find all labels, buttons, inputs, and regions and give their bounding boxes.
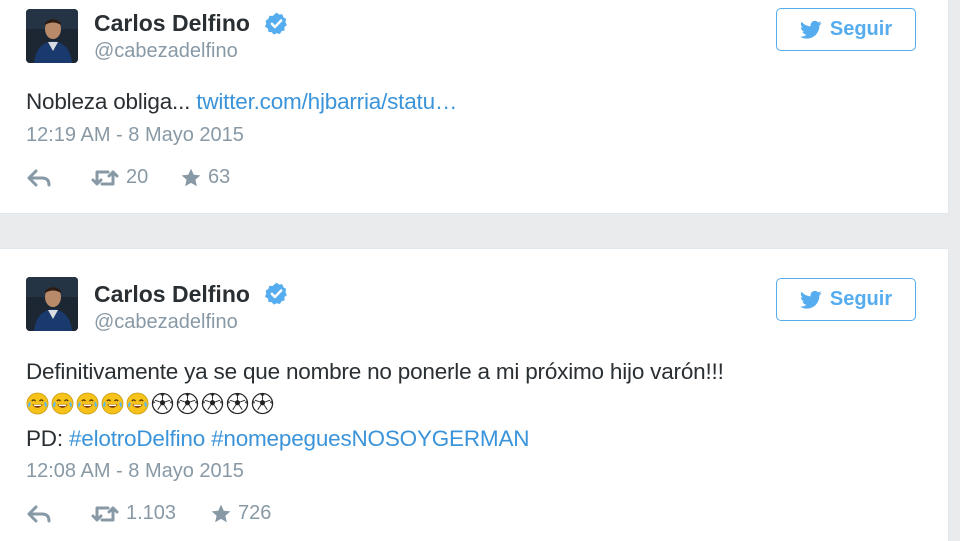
favorite-count: 63	[208, 166, 231, 188]
twitter-bird-icon	[799, 290, 822, 309]
twitter-bird-icon	[799, 20, 822, 39]
star-icon	[181, 168, 201, 186]
tweet-actions: 20 63	[26, 166, 230, 189]
tweet-card: Carlos Delfino @cabezadelfino Seguir Nob…	[0, 0, 949, 214]
author-name[interactable]: Carlos Delfino	[94, 10, 250, 37]
tweet-text: Nobleza obliga... twitter.com/hjbarria/s…	[26, 89, 457, 115]
retweet-count: 20	[126, 166, 149, 188]
avatar[interactable]	[26, 277, 78, 331]
avatar-photo	[26, 277, 78, 331]
face-with-tears-of-joy-icon	[26, 392, 49, 415]
face-with-tears-of-joy-icon	[51, 392, 74, 415]
tweet-actions: 1.103 726	[26, 502, 271, 525]
tweet-text: Definitivamente ya se que nombre no pone…	[26, 359, 724, 384]
follow-button[interactable]: Seguir	[776, 278, 916, 321]
retweet-button[interactable]: 20	[90, 166, 180, 189]
hashtag-link[interactable]: #nomepeguesNOSOYGERMAN	[211, 426, 529, 451]
soccer-ball-icon	[151, 392, 174, 415]
face-with-tears-of-joy-icon	[76, 392, 99, 415]
reply-icon	[27, 169, 51, 186]
verified-badge-icon	[264, 12, 287, 35]
favorite-count: 726	[238, 502, 272, 524]
follow-button[interactable]: Seguir	[776, 8, 916, 51]
verified-badge-icon	[264, 282, 287, 305]
author-handle[interactable]: @cabezadelfino	[94, 40, 238, 63]
avatar[interactable]	[26, 9, 78, 63]
hashtag-link[interactable]: #elotroDelfino	[69, 426, 205, 451]
emoji-row	[26, 392, 274, 415]
face-with-tears-of-joy-icon	[101, 392, 124, 415]
retweet-button[interactable]: 1.103	[90, 502, 210, 525]
favorite-button[interactable]: 63	[180, 166, 230, 189]
retweet-count: 1.103	[126, 502, 177, 524]
reply-icon	[27, 505, 51, 522]
follow-label: Seguir	[829, 288, 893, 310]
pd-prefix: PD:	[26, 426, 69, 451]
tweet-text-pd: PD: #elotroDelfino #nomepeguesNOSOYGERMA…	[26, 426, 530, 452]
soccer-ball-icon	[226, 392, 249, 415]
soccer-ball-icon	[251, 392, 274, 415]
favorite-button[interactable]: 726	[210, 502, 271, 525]
avatar-photo	[26, 9, 78, 63]
author-handle[interactable]: @cabezadelfino	[94, 311, 238, 334]
face-with-tears-of-joy-icon	[126, 392, 149, 415]
tweet-timestamp[interactable]: 12:08 AM - 8 Mayo 2015	[26, 460, 244, 483]
tweet-text-prefix: Nobleza obliga...	[26, 89, 197, 114]
author-name[interactable]: Carlos Delfino	[94, 281, 250, 308]
reply-button[interactable]	[26, 504, 90, 524]
star-icon	[211, 504, 231, 522]
follow-label: Seguir	[829, 18, 893, 40]
retweet-icon	[91, 506, 119, 521]
retweet-icon	[91, 170, 119, 185]
soccer-ball-icon	[176, 392, 199, 415]
reply-button[interactable]	[26, 168, 90, 188]
soccer-ball-icon	[201, 392, 224, 415]
tweet-card: Carlos Delfino @cabezadelfino Seguir Def…	[0, 248, 949, 541]
tweet-timestamp[interactable]: 12:19 AM - 8 Mayo 2015	[26, 124, 244, 147]
tweet-link[interactable]: twitter.com/hjbarria/statu…	[196, 89, 457, 114]
